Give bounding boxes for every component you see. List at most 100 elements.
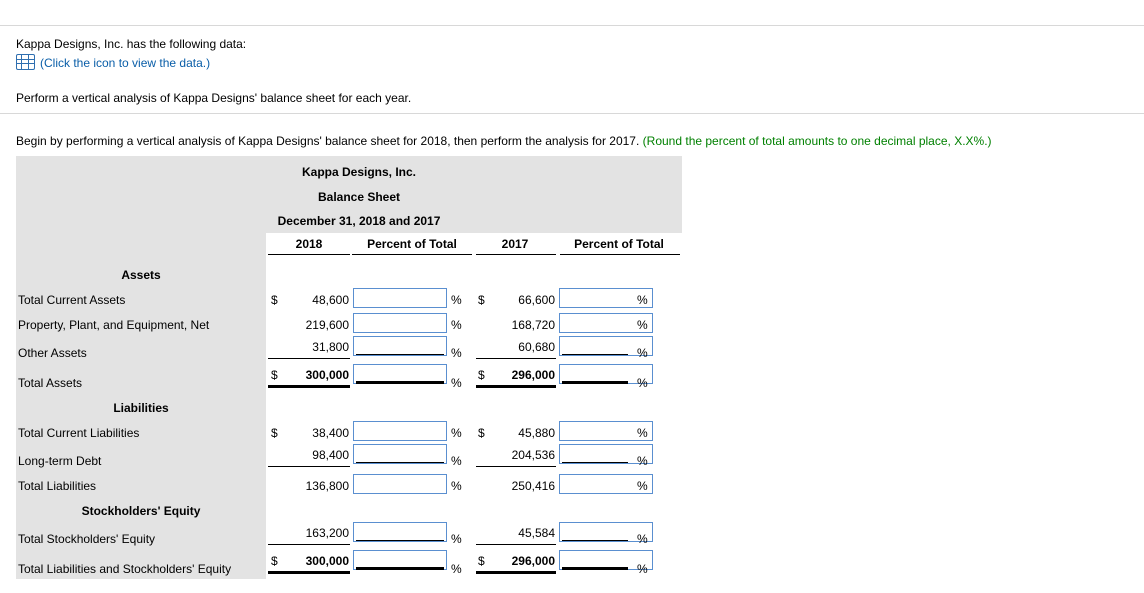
value-2018: 163,200	[305, 526, 349, 540]
row-label: Total Stockholders' Equity	[18, 532, 156, 546]
value-2017: 45,584	[518, 526, 555, 540]
pct-sign: %	[637, 318, 648, 332]
pct-sign: %	[451, 454, 462, 468]
subtotal-underline	[476, 358, 556, 359]
section-divider	[0, 113, 1144, 114]
pct-input-2018-long-term-debt[interactable]	[353, 444, 447, 464]
sheet-date: December 31, 2018 and 2017	[277, 214, 441, 228]
intro-text: Kappa Designs, Inc. has the following da…	[16, 37, 247, 51]
col-underline	[476, 254, 556, 255]
total-double-underline	[562, 567, 628, 570]
row-label: Other Assets	[18, 346, 87, 360]
value-2017: 168,720	[511, 318, 555, 332]
total-double-underline	[476, 571, 556, 574]
instruction-text: Perform a vertical analysis of Kappa Des…	[16, 91, 412, 105]
value-2017: 296,000	[511, 368, 555, 382]
value-2018: 300,000	[305, 368, 349, 382]
pct-input-2018-other-assets[interactable]	[353, 336, 447, 356]
company-name: Kappa Designs, Inc.	[301, 165, 417, 179]
row-label: Total Assets	[18, 376, 83, 390]
value-2018: 300,000	[305, 554, 349, 568]
rounding-note: (Round the percent of total amounts to o…	[642, 134, 992, 148]
dollar-sign: $	[478, 368, 485, 382]
top-divider	[0, 25, 1144, 26]
row-label: Total Liabilities	[18, 479, 97, 493]
subtotal-underline	[562, 540, 628, 541]
pct-sign: %	[637, 562, 648, 576]
row-label: Total Current Assets	[18, 293, 126, 307]
col-header-2018: 2018	[295, 237, 323, 251]
pct-input-2018-total-liabilities[interactable]	[353, 474, 447, 494]
pct-sign: %	[637, 454, 648, 468]
value-2017: 204,536	[511, 448, 555, 462]
subtotal-underline	[562, 354, 628, 355]
pct-sign: %	[637, 479, 648, 493]
pct-sign: %	[451, 376, 462, 390]
subtotal-underline	[356, 540, 444, 541]
total-double-underline	[356, 381, 444, 384]
subtotal-underline	[268, 358, 350, 359]
col-header-pct-2017: Percent of Total	[574, 237, 664, 251]
dollar-sign: $	[271, 368, 278, 382]
col-header-pct-2018: Percent of Total	[367, 237, 457, 251]
pct-sign: %	[637, 376, 648, 390]
task-instruction: Begin by performing a vertical analysis …	[16, 134, 640, 148]
value-2018: 98,400	[312, 448, 349, 462]
dollar-sign: $	[271, 554, 278, 568]
dollar-sign: $	[271, 293, 278, 307]
value-2017: 45,880	[518, 426, 555, 440]
pct-sign: %	[451, 346, 462, 360]
section-equity: Stockholders' Equity	[81, 504, 201, 518]
subtotal-underline	[562, 462, 628, 463]
pct-sign: %	[451, 562, 462, 576]
row-label: Total Liabilities and Stockholders' Equi…	[18, 562, 232, 576]
dollar-sign: $	[271, 426, 278, 440]
pct-sign: %	[451, 318, 462, 332]
task-text: Begin by performing a vertical analysis …	[16, 134, 992, 148]
subtotal-underline	[356, 462, 444, 463]
pct-sign: %	[637, 532, 648, 546]
subtotal-underline	[356, 354, 444, 355]
dollar-sign: $	[478, 554, 485, 568]
pct-sign: %	[637, 346, 648, 360]
pct-sign: %	[637, 293, 648, 307]
pct-sign: %	[451, 479, 462, 493]
value-2017: 296,000	[511, 554, 555, 568]
subtotal-underline	[268, 466, 350, 467]
dollar-sign: $	[478, 426, 485, 440]
row-label: Property, Plant, and Equipment, Net	[18, 318, 210, 332]
pct-input-2018-current-assets[interactable]	[353, 288, 447, 308]
subtotal-underline	[268, 544, 350, 545]
col-underline	[268, 254, 350, 255]
table-icon[interactable]	[16, 54, 35, 70]
total-double-underline	[476, 385, 556, 388]
pct-sign: %	[451, 293, 462, 307]
value-2018: 136,800	[305, 479, 349, 493]
value-2018: 31,800	[312, 340, 349, 354]
total-double-underline	[268, 571, 350, 574]
value-2017: 250,416	[511, 479, 555, 493]
col-underline	[560, 254, 680, 255]
pct-sign: %	[451, 532, 462, 546]
sheet-title: Balance Sheet	[317, 190, 401, 204]
value-2017: 66,600	[518, 293, 555, 307]
value-2017: 60,680	[518, 340, 555, 354]
total-double-underline	[562, 381, 628, 384]
value-2018: 48,600	[312, 293, 349, 307]
pct-input-2018-ppe[interactable]	[353, 313, 447, 333]
row-label: Total Current Liabilities	[18, 426, 140, 440]
total-double-underline	[356, 567, 444, 570]
subtotal-underline	[476, 466, 556, 467]
pct-input-2018-total-equity[interactable]	[353, 522, 447, 542]
value-2018: 219,600	[305, 318, 349, 332]
value-2018: 38,400	[312, 426, 349, 440]
col-underline	[352, 254, 472, 255]
row-label: Long-term Debt	[18, 454, 102, 468]
section-assets: Assets	[121, 268, 161, 282]
pct-input-2018-current-liabilities[interactable]	[353, 421, 447, 441]
col-header-2017: 2017	[501, 237, 529, 251]
dollar-sign: $	[478, 293, 485, 307]
pct-sign: %	[637, 426, 648, 440]
view-data-link[interactable]: (Click the icon to view the data.)	[40, 56, 210, 70]
section-liabilities: Liabilities	[113, 401, 169, 415]
